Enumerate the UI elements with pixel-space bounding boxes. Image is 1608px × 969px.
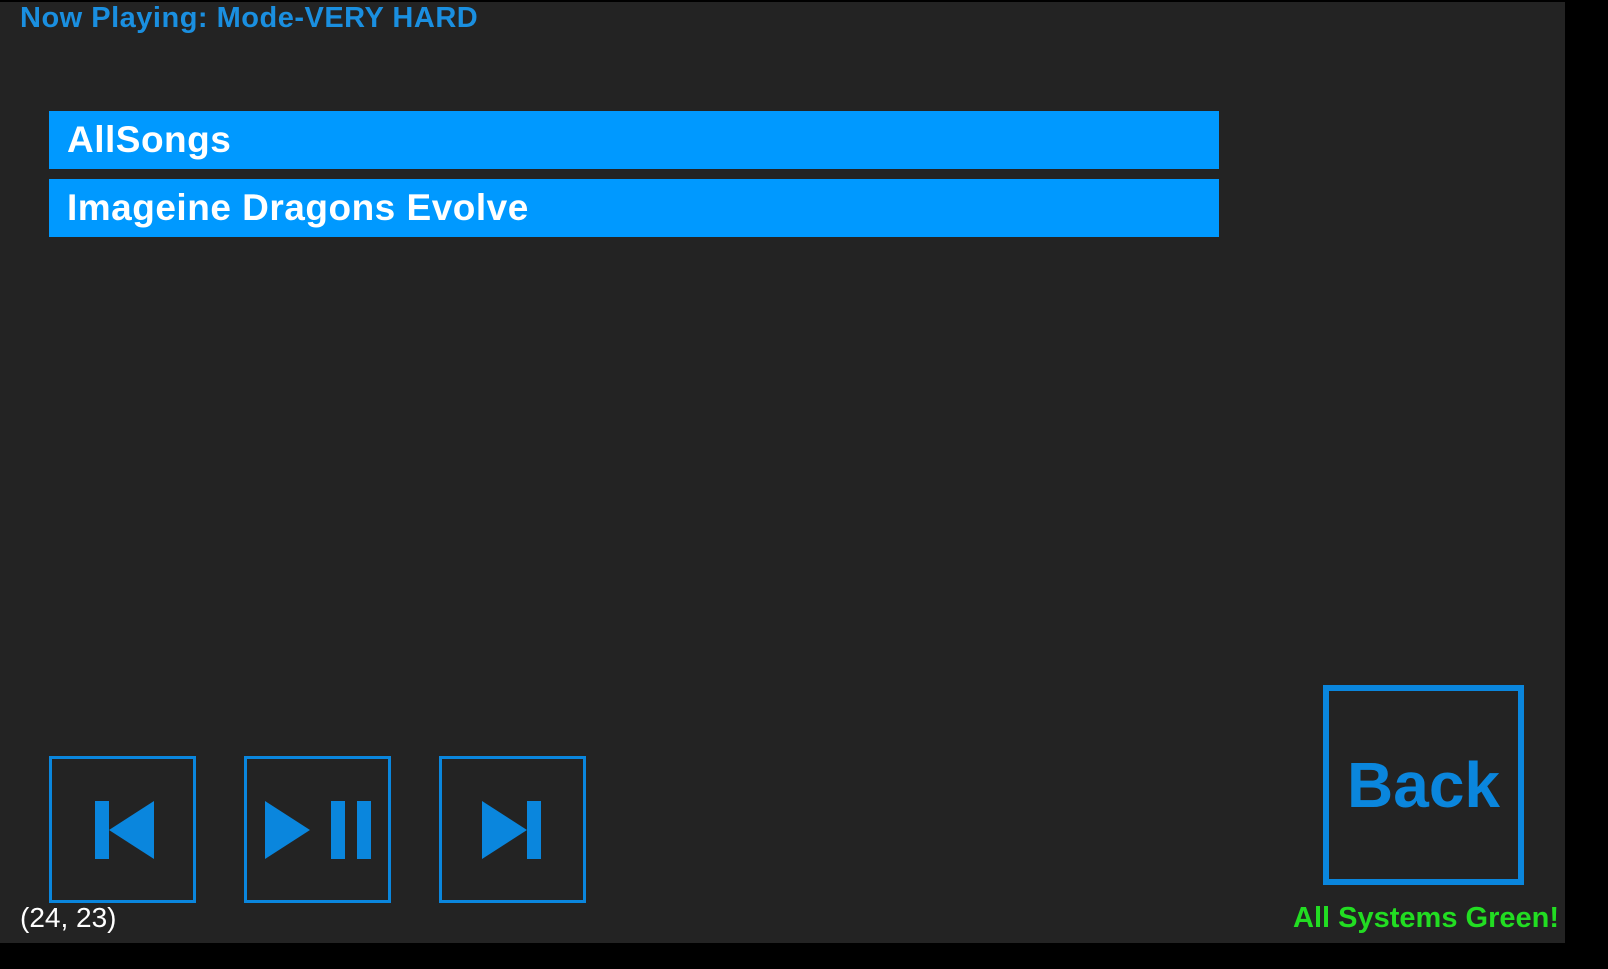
- play-pause-icon: [264, 800, 371, 859]
- playlist-item-allsongs[interactable]: AllSongs: [49, 111, 1219, 169]
- skip-previous-icon: [94, 800, 154, 859]
- previous-button[interactable]: [49, 756, 196, 903]
- playlist-item-imagine-dragons-evolve[interactable]: Imageine Dragons Evolve: [49, 179, 1219, 237]
- play-pause-button[interactable]: [244, 756, 391, 903]
- back-button[interactable]: Back: [1323, 685, 1524, 885]
- cursor-coordinates: (24, 23): [20, 902, 117, 933]
- skip-next-icon: [481, 800, 541, 859]
- player-screen: Now Playing: Mode-VERY HARD AllSongs Ima…: [0, 0, 1565, 943]
- next-button[interactable]: [439, 756, 586, 903]
- playlist: AllSongs Imageine Dragons Evolve: [49, 111, 1219, 247]
- status-message: All Systems Green!: [1293, 902, 1559, 934]
- now-playing-label: Now Playing: Mode-VERY HARD: [20, 2, 479, 34]
